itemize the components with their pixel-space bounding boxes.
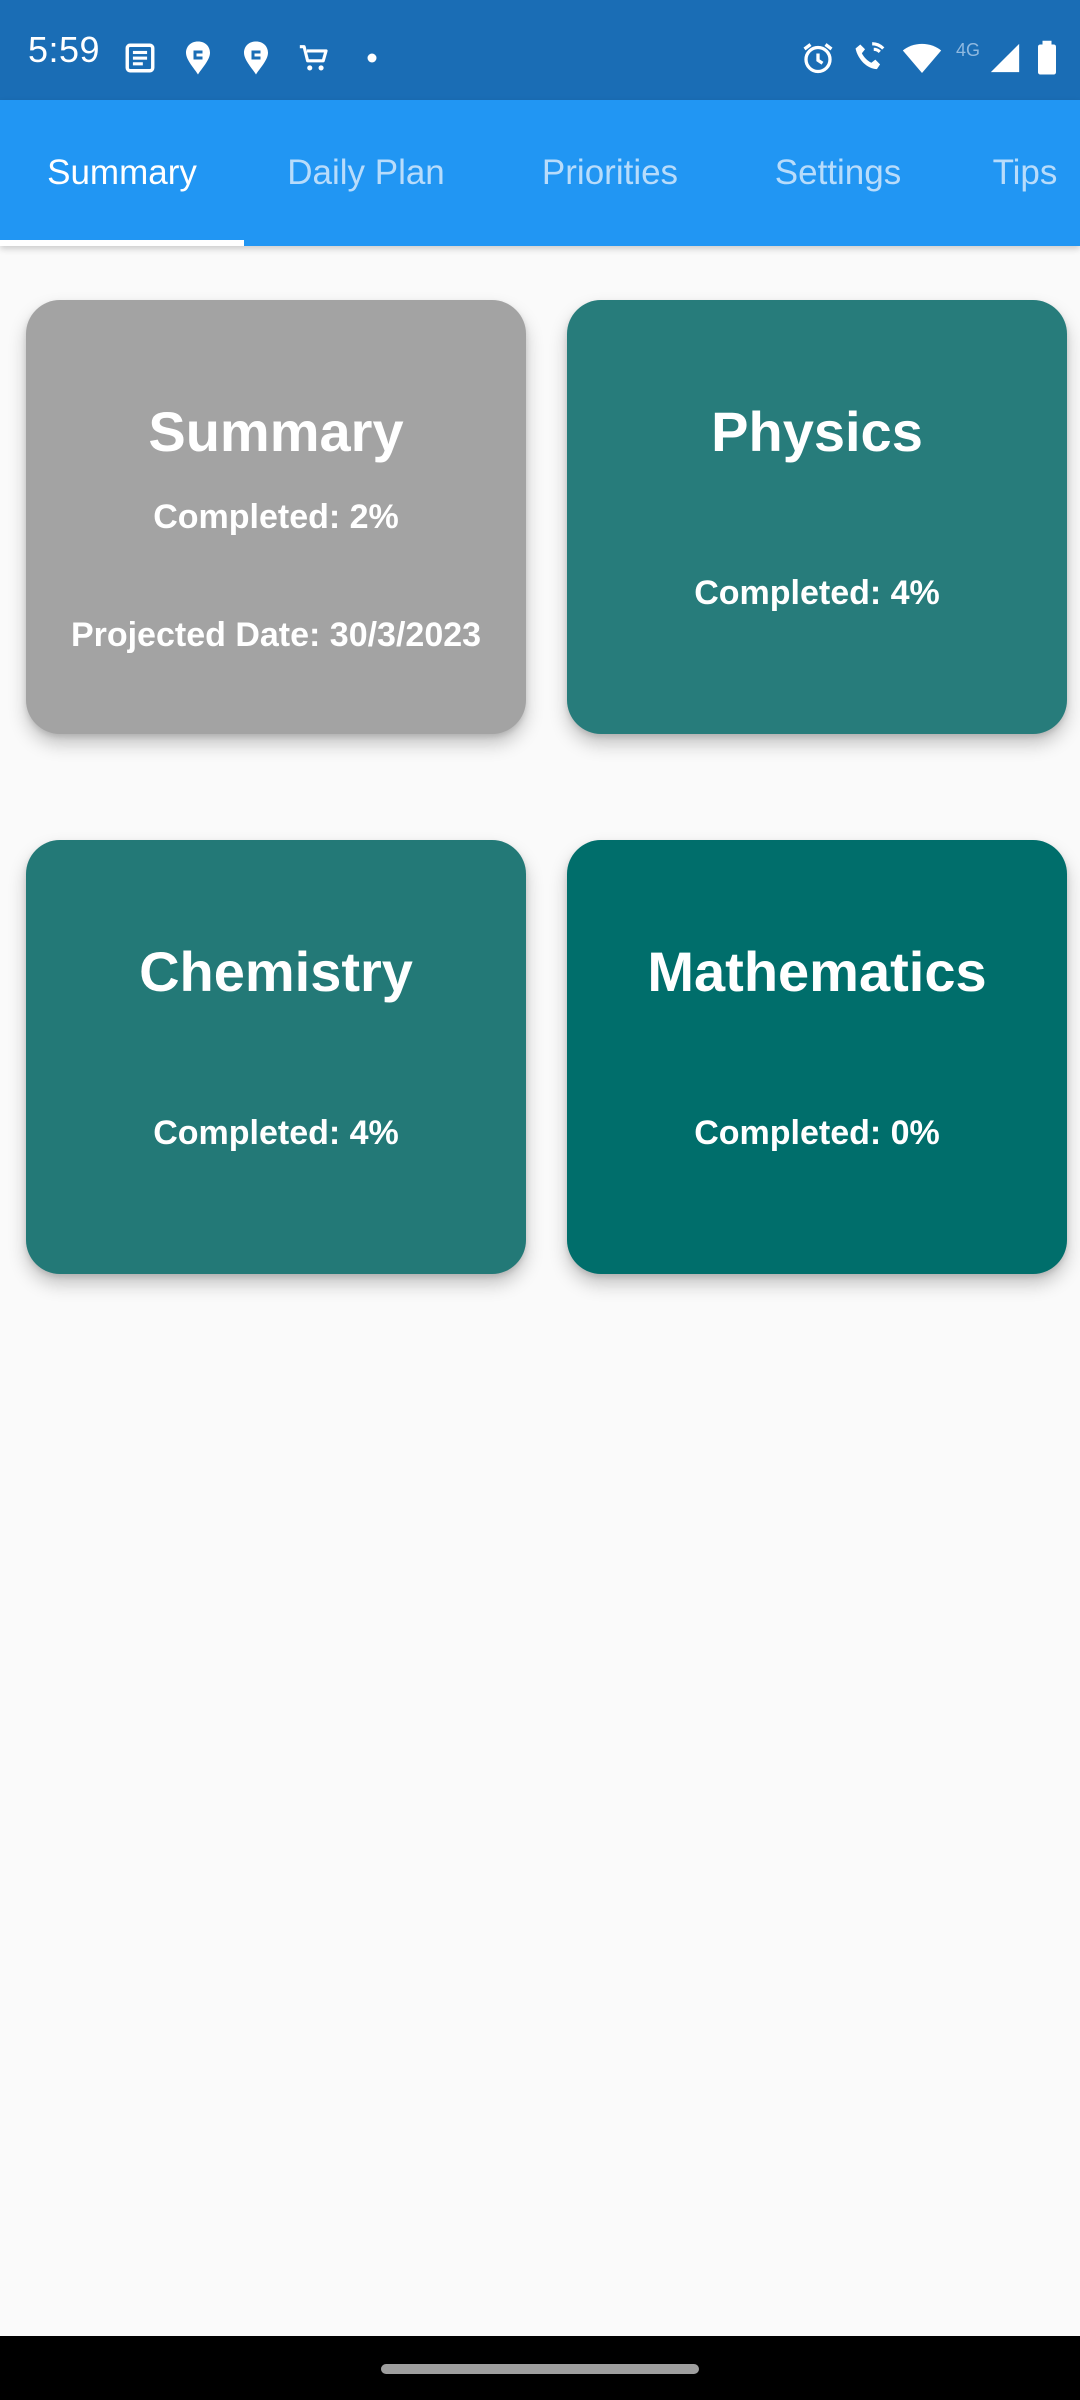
chemistry-card-title: Chemistry — [139, 940, 413, 1003]
tab-settings[interactable]: Settings — [716, 100, 960, 246]
summary-projected-date: Projected Date: 30/3/2023 — [70, 616, 482, 654]
tab-tips[interactable]: Tips — [960, 100, 1080, 246]
status-bar: 5:59 4G — [0, 0, 1080, 100]
summary-completed: Completed: 2% — [153, 498, 399, 536]
system-icons: 4G — [786, 36, 1058, 80]
physics-completed: Completed: 4% — [694, 574, 940, 612]
wifi-icon — [902, 38, 942, 78]
alarm-icon — [800, 38, 836, 78]
swiggy-icon — [238, 40, 274, 76]
wifi-call-icon — [850, 38, 888, 78]
status-time: 5:59 — [28, 29, 101, 70]
physics-card[interactable]: Physics Completed: 4% — [567, 300, 1067, 734]
navigation-bar — [0, 2336, 1080, 2400]
swiggy-icon — [180, 40, 216, 76]
active-tab-indicator — [0, 240, 244, 246]
home-gesture-handle[interactable] — [381, 2364, 699, 2374]
summary-card[interactable]: Summary Completed: 2% Projected Date: 30… — [26, 300, 526, 734]
mathematics-card[interactable]: Mathematics Completed: 0% — [567, 840, 1067, 1274]
physics-card-title: Physics — [711, 400, 923, 463]
chemistry-completed: Completed: 4% — [153, 1114, 399, 1152]
network-type-label: 4G — [955, 39, 980, 60]
summary-card-title: Summary — [148, 400, 404, 463]
signal-icon — [988, 38, 1022, 78]
notification-icons — [122, 36, 412, 80]
cart-icon — [296, 40, 332, 76]
battery-icon — [1036, 38, 1058, 78]
mathematics-completed: Completed: 0% — [694, 1114, 940, 1152]
chemistry-card[interactable]: Chemistry Completed: 4% — [26, 840, 526, 1274]
dot-icon — [354, 40, 390, 76]
tab-daily-plan[interactable]: Daily Plan — [244, 100, 488, 246]
mathematics-card-title: Mathematics — [647, 940, 987, 1003]
tab-priorities[interactable]: Priorities — [488, 100, 732, 246]
tab-summary[interactable]: Summary — [0, 100, 244, 246]
news-icon — [122, 40, 158, 76]
tab-bar: Summary Daily Plan Priorities Settings T… — [0, 100, 1080, 246]
